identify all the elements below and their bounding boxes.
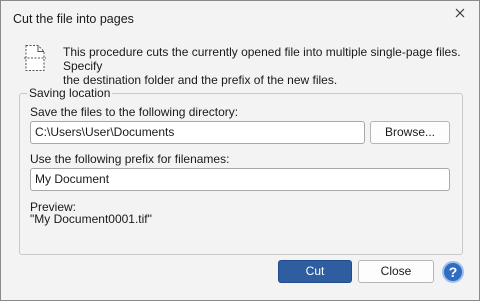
directory-field[interactable]: C:\Users\User\Documents	[30, 121, 365, 144]
intro-line-2: the destination folder and the prefix of…	[63, 73, 338, 87]
help-button[interactable]: ?	[442, 261, 464, 283]
prefix-field[interactable]: My Document	[30, 168, 450, 191]
dialog-title: Cut the file into pages	[13, 12, 134, 26]
group-title: Saving location	[27, 86, 113, 100]
intro-line-1: This procedure cuts the currently opened…	[63, 45, 461, 73]
close-dialog-button[interactable]: Close	[358, 260, 434, 283]
page-cut-icon	[23, 44, 47, 72]
close-button[interactable]	[441, 1, 479, 27]
preview-value: "My Document0001.tif"	[30, 212, 152, 226]
title-bar: Cut the file into pages	[1, 1, 479, 33]
browse-button[interactable]: Browse...	[370, 121, 450, 144]
prefix-label: Use the following prefix for filenames:	[30, 152, 230, 166]
intro-text: This procedure cuts the currently opened…	[63, 45, 463, 87]
close-icon	[455, 7, 465, 21]
dialog-window: Cut the file into pages This procedure c…	[0, 0, 480, 301]
cut-button[interactable]: Cut	[278, 260, 352, 283]
directory-label: Save the files to the following director…	[30, 105, 239, 119]
help-icon: ?	[448, 264, 458, 280]
